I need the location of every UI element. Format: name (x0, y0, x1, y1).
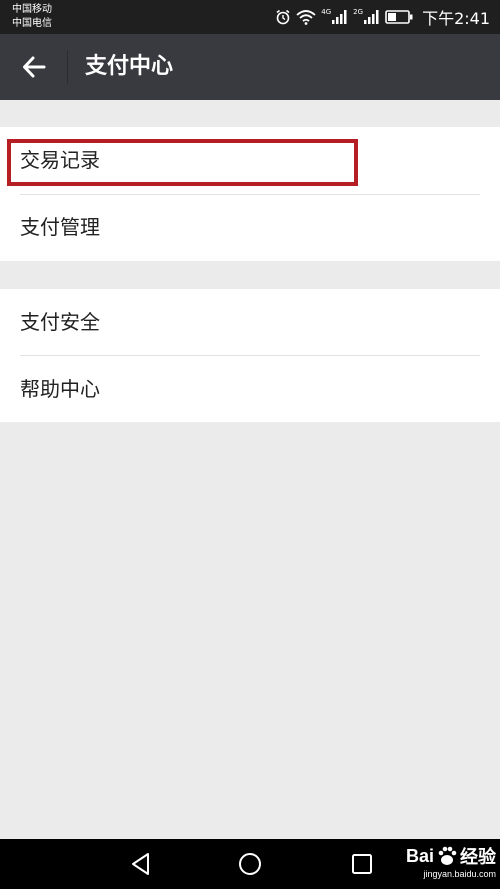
page-title: 支付中心 (85, 54, 174, 79)
network-type-2: 2G (353, 8, 364, 16)
navigation-bar: Bai 经验 jingyan.baidu.com (0, 839, 500, 889)
back-button[interactable] (14, 50, 54, 84)
signal-icon (332, 10, 347, 24)
status-icons: 4G 2G 下午2:41 (275, 6, 490, 28)
battery-icon (385, 10, 413, 24)
signal-icon-2 (364, 10, 379, 24)
clock: 下午2:41 (422, 9, 490, 28)
watermark-logo-suffix: 经验 (460, 847, 496, 867)
nav-back-icon[interactable] (127, 851, 155, 877)
menu-group-1: 交易记录 支付管理 (0, 127, 500, 261)
wifi-icon (296, 10, 316, 25)
carrier-info: 中国移动 中国电信 (12, 3, 52, 31)
watermark-logo-prefix: Bai (405, 845, 434, 866)
nav-recent-apps-icon[interactable] (348, 851, 376, 877)
menu-item-help-center[interactable]: 帮助中心 (0, 356, 500, 423)
baidu-jingyan-watermark: Bai 经验 (406, 843, 496, 869)
title-bar: 支付中心 (0, 34, 500, 100)
alarm-icon (276, 9, 290, 25)
menu-item-transaction-records[interactable]: 交易记录 (0, 127, 500, 194)
network-type-1: 4G (321, 8, 332, 16)
paw-icon (438, 846, 457, 865)
status-bar: 中国移动 中国电信 4G 2G 下午2:41 (0, 0, 500, 34)
nav-home-icon[interactable] (236, 851, 264, 877)
back-arrow-icon (23, 56, 46, 78)
carrier-1-label: 中国移动 (12, 4, 52, 15)
watermark-url: jingyan.baidu.com (423, 869, 496, 879)
menu-item-payment-security[interactable]: 支付安全 (0, 289, 500, 356)
carrier-2-label: 中国电信 (12, 18, 52, 29)
title-divider (67, 50, 68, 84)
menu-group-2: 支付安全 帮助中心 (0, 289, 500, 422)
menu-item-payment-management[interactable]: 支付管理 (0, 194, 500, 261)
